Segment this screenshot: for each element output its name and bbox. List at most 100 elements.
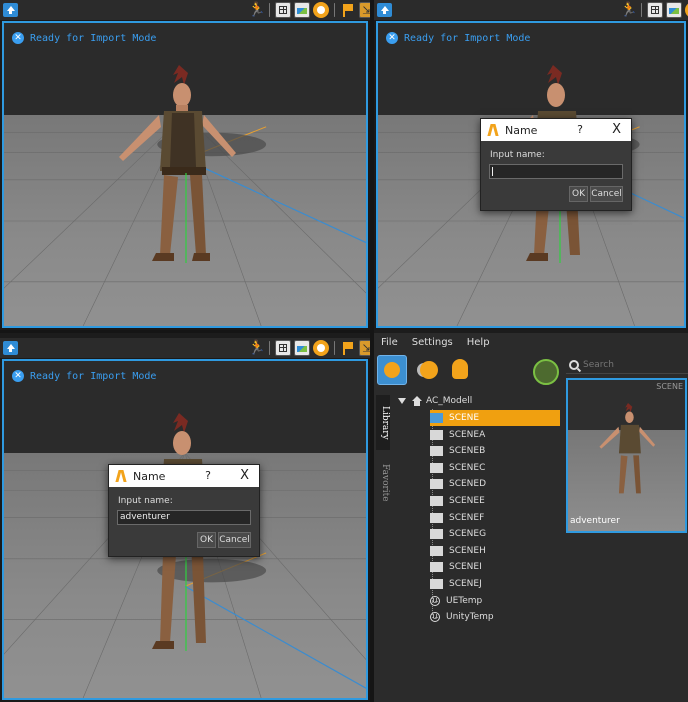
menu-help[interactable]: Help	[467, 337, 490, 348]
divider	[269, 341, 270, 355]
home-icon	[412, 396, 422, 406]
tab-props-icon[interactable]	[412, 355, 442, 385]
tree-item-label: SCENEE	[449, 496, 485, 506]
viewport-toolbar: 🏃	[0, 0, 370, 20]
name-input[interactable]: adventurer	[117, 510, 251, 525]
tree-item[interactable]: SCENEB	[430, 443, 560, 459]
axis-icon[interactable]	[359, 340, 370, 356]
side-tabs: Library Favorite	[374, 391, 392, 516]
folder-icon	[430, 446, 443, 457]
flag-icon[interactable]	[340, 2, 356, 18]
folder-icon	[430, 579, 443, 589]
lighting-icon[interactable]	[313, 340, 329, 356]
tree-item-label: SCENEF	[449, 512, 485, 523]
viewport-top-right[interactable]: 🏃 ✕ Ready for Import Mode Name ? X Input…	[374, 0, 688, 330]
folder-icon	[430, 545, 443, 556]
close-circle-icon[interactable]: ✕	[12, 32, 24, 44]
menu-bar: File Settings Help	[374, 333, 688, 351]
viewport-toolbar: 🏃	[374, 0, 688, 20]
dialog-titlebar: Name ? X	[481, 119, 631, 141]
tree-item[interactable]: SCENEA	[430, 427, 560, 443]
ok-button[interactable]: OK	[569, 186, 588, 202]
tab-library[interactable]: Library	[376, 395, 390, 450]
viewport-top-left[interactable]: 🏃 ⇲ ✕ Ready for Import Mode	[0, 0, 370, 330]
viewport-bottom-left[interactable]: 🏃 ⇲ ✕ Ready for Import Mode Name ? X Inp…	[0, 338, 370, 702]
upload-icon[interactable]	[3, 341, 18, 355]
background-image-icon[interactable]	[294, 340, 310, 356]
name-dialog: Name ? X Input name: adventurer OK Cance…	[108, 464, 260, 557]
folder-icon	[430, 529, 443, 540]
help-icon[interactable]: ?	[205, 469, 211, 482]
chevron-down-icon[interactable]	[398, 398, 406, 404]
lighting-icon[interactable]	[313, 2, 329, 18]
run-pose-icon[interactable]: 🏃	[248, 2, 265, 18]
dialog-title: Name	[505, 123, 538, 137]
tree-root[interactable]: AC_Modell	[398, 393, 472, 409]
close-icon[interactable]: X	[240, 468, 249, 483]
thumbnail-card[interactable]: SCENE adventurer	[566, 378, 687, 533]
thumbnail-tag: SCENE	[656, 382, 683, 391]
upload-icon[interactable]	[377, 3, 392, 17]
ok-button[interactable]: OK	[197, 532, 216, 548]
character-model[interactable]	[104, 63, 254, 273]
tree-item[interactable]: SCENE	[430, 410, 560, 426]
name-dialog: Name ? X Input name: OK Cancel	[480, 118, 632, 211]
viewport-tools: 🏃	[620, 2, 688, 18]
menu-file[interactable]: File	[381, 337, 398, 348]
app-logo-icon	[115, 470, 127, 482]
tree-item[interactable]: SCENEE	[430, 493, 560, 509]
tree-item[interactable]: U UETemp	[430, 593, 560, 609]
refresh-icon[interactable]	[529, 355, 559, 385]
folder-icon	[430, 496, 443, 506]
folder-icon	[430, 413, 443, 423]
tab-gloves-icon[interactable]	[446, 355, 476, 385]
tree-item-label: UETemp	[446, 595, 483, 606]
app-logo-icon	[487, 124, 499, 136]
close-circle-icon[interactable]: ✕	[12, 370, 24, 382]
grid-icon[interactable]	[275, 2, 291, 18]
search-icon	[569, 360, 579, 370]
folder-icon	[430, 479, 443, 490]
tree-item-label: SCENEA	[449, 429, 486, 440]
tree-item[interactable]: SCENEF	[430, 510, 560, 526]
tree-item-label: SCENEG	[449, 529, 487, 540]
cancel-button[interactable]: Cancel	[590, 186, 623, 202]
tree-item-label: SCENE	[449, 413, 480, 423]
viewport-canvas[interactable]: ✕ Ready for Import Mode	[2, 21, 368, 328]
close-icon[interactable]: X	[612, 122, 621, 137]
background-image-icon[interactable]	[666, 2, 682, 18]
tree-item[interactable]: SCENEJ	[430, 576, 560, 592]
tab-favorite[interactable]: Favorite	[376, 455, 390, 510]
viewport-toolbar: 🏃	[0, 338, 370, 358]
input-label: Input name:	[118, 496, 173, 506]
flag-icon[interactable]	[340, 340, 356, 356]
help-icon[interactable]: ?	[577, 123, 583, 136]
tree-item-label: UnityTemp	[446, 612, 494, 623]
viewport-tools: 🏃	[248, 2, 370, 18]
tree-item[interactable]: SCENED	[430, 476, 560, 492]
status-text: Ready for Import Mode	[30, 32, 157, 44]
search-input[interactable]	[583, 360, 673, 370]
name-input[interactable]	[489, 164, 623, 179]
tab-avatar-icon[interactable]	[377, 355, 407, 385]
close-circle-icon[interactable]: ✕	[386, 32, 398, 44]
grid-icon[interactable]	[647, 2, 663, 18]
grid-icon[interactable]	[275, 340, 291, 356]
background-image-icon[interactable]	[294, 2, 310, 18]
tree-item[interactable]: SCENEH	[430, 543, 560, 559]
run-pose-icon[interactable]: 🏃	[620, 2, 637, 18]
tree-item[interactable]: U UnityTemp	[430, 609, 560, 625]
cancel-button[interactable]: Cancel	[218, 532, 251, 548]
folder-icon	[430, 562, 443, 573]
upload-icon[interactable]	[3, 3, 18, 17]
run-pose-icon[interactable]: 🏃	[248, 340, 265, 356]
content-manager: File Settings Help Library Favorite AC_M…	[374, 333, 688, 702]
unreal-icon: U	[430, 612, 440, 623]
status-text: Ready for Import Mode	[404, 32, 531, 44]
axis-icon[interactable]	[359, 2, 370, 18]
tree-item[interactable]: SCENEC	[430, 460, 560, 476]
tree-item-label: SCENEH	[449, 545, 486, 556]
tree-item[interactable]: SCENEI	[430, 559, 560, 575]
menu-settings[interactable]: Settings	[412, 337, 453, 348]
tree-item[interactable]: SCENEG	[430, 526, 560, 542]
